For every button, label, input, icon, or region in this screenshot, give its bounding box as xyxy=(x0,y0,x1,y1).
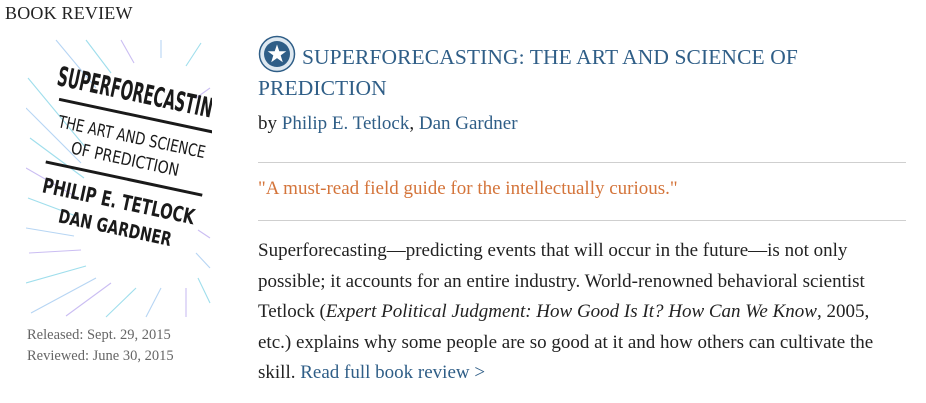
divider xyxy=(258,162,906,163)
byline: by Philip E. Tetlock, Dan Gardner xyxy=(258,113,518,135)
section-label: BOOK REVIEW xyxy=(5,3,133,23)
book-title-link[interactable]: SUPERFORECASTING: THE ART AND SCIENCE OF… xyxy=(258,35,898,104)
book-meta: Released: Sept. 29, 2015 Reviewed: June … xyxy=(27,325,174,367)
release-date: Released: Sept. 29, 2015 xyxy=(27,327,171,343)
byline-prefix: by xyxy=(258,113,282,134)
star-badge-icon xyxy=(258,35,296,73)
divider xyxy=(258,220,906,221)
cited-title: Expert Political Judgment: How Good Is I… xyxy=(325,301,817,322)
book-cover-art: SUPERFORECASTING THE ART AND SCIENCE OF … xyxy=(26,38,212,318)
title-block: SUPERFORECASTING: THE ART AND SCIENCE OF… xyxy=(258,35,898,104)
author-link-tetlock[interactable]: Philip E. Tetlock xyxy=(282,113,410,134)
pull-quote: "A must-read field guide for the intelle… xyxy=(258,178,678,199)
book-cover-image[interactable]: SUPERFORECASTING THE ART AND SCIENCE OF … xyxy=(26,38,212,318)
review-description: Superforecasting—predicting events that … xyxy=(258,236,898,389)
review-date: Reviewed: June 30, 2015 xyxy=(27,348,174,364)
author-separator: , xyxy=(409,113,419,134)
read-full-review-link[interactable]: Read full book review > xyxy=(300,362,485,383)
author-link-gardner[interactable]: Dan Gardner xyxy=(419,113,518,134)
